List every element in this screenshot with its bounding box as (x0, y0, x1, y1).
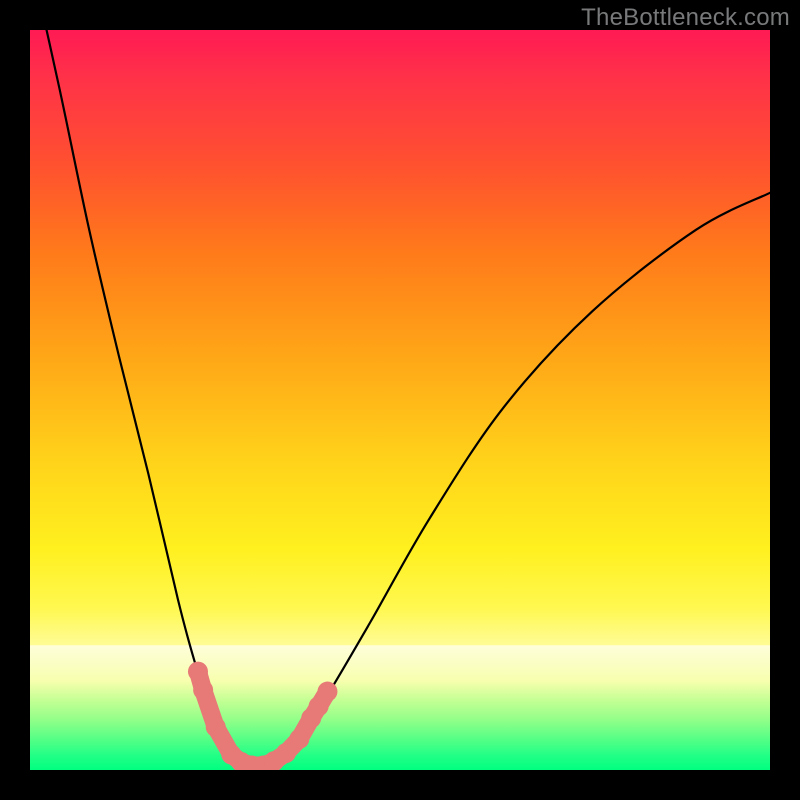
plot-area (30, 30, 770, 770)
curve-layer (30, 30, 770, 770)
marker-dot (193, 680, 213, 700)
chart-frame: TheBottleneck.com (0, 0, 800, 800)
marker-dot (206, 717, 226, 737)
marker-dot (188, 662, 208, 682)
curve-line (30, 30, 770, 767)
marker-dot (289, 729, 309, 749)
watermark-text: TheBottleneck.com (581, 4, 790, 32)
bottleneck-curve (30, 30, 770, 767)
marker-dot (317, 682, 337, 702)
